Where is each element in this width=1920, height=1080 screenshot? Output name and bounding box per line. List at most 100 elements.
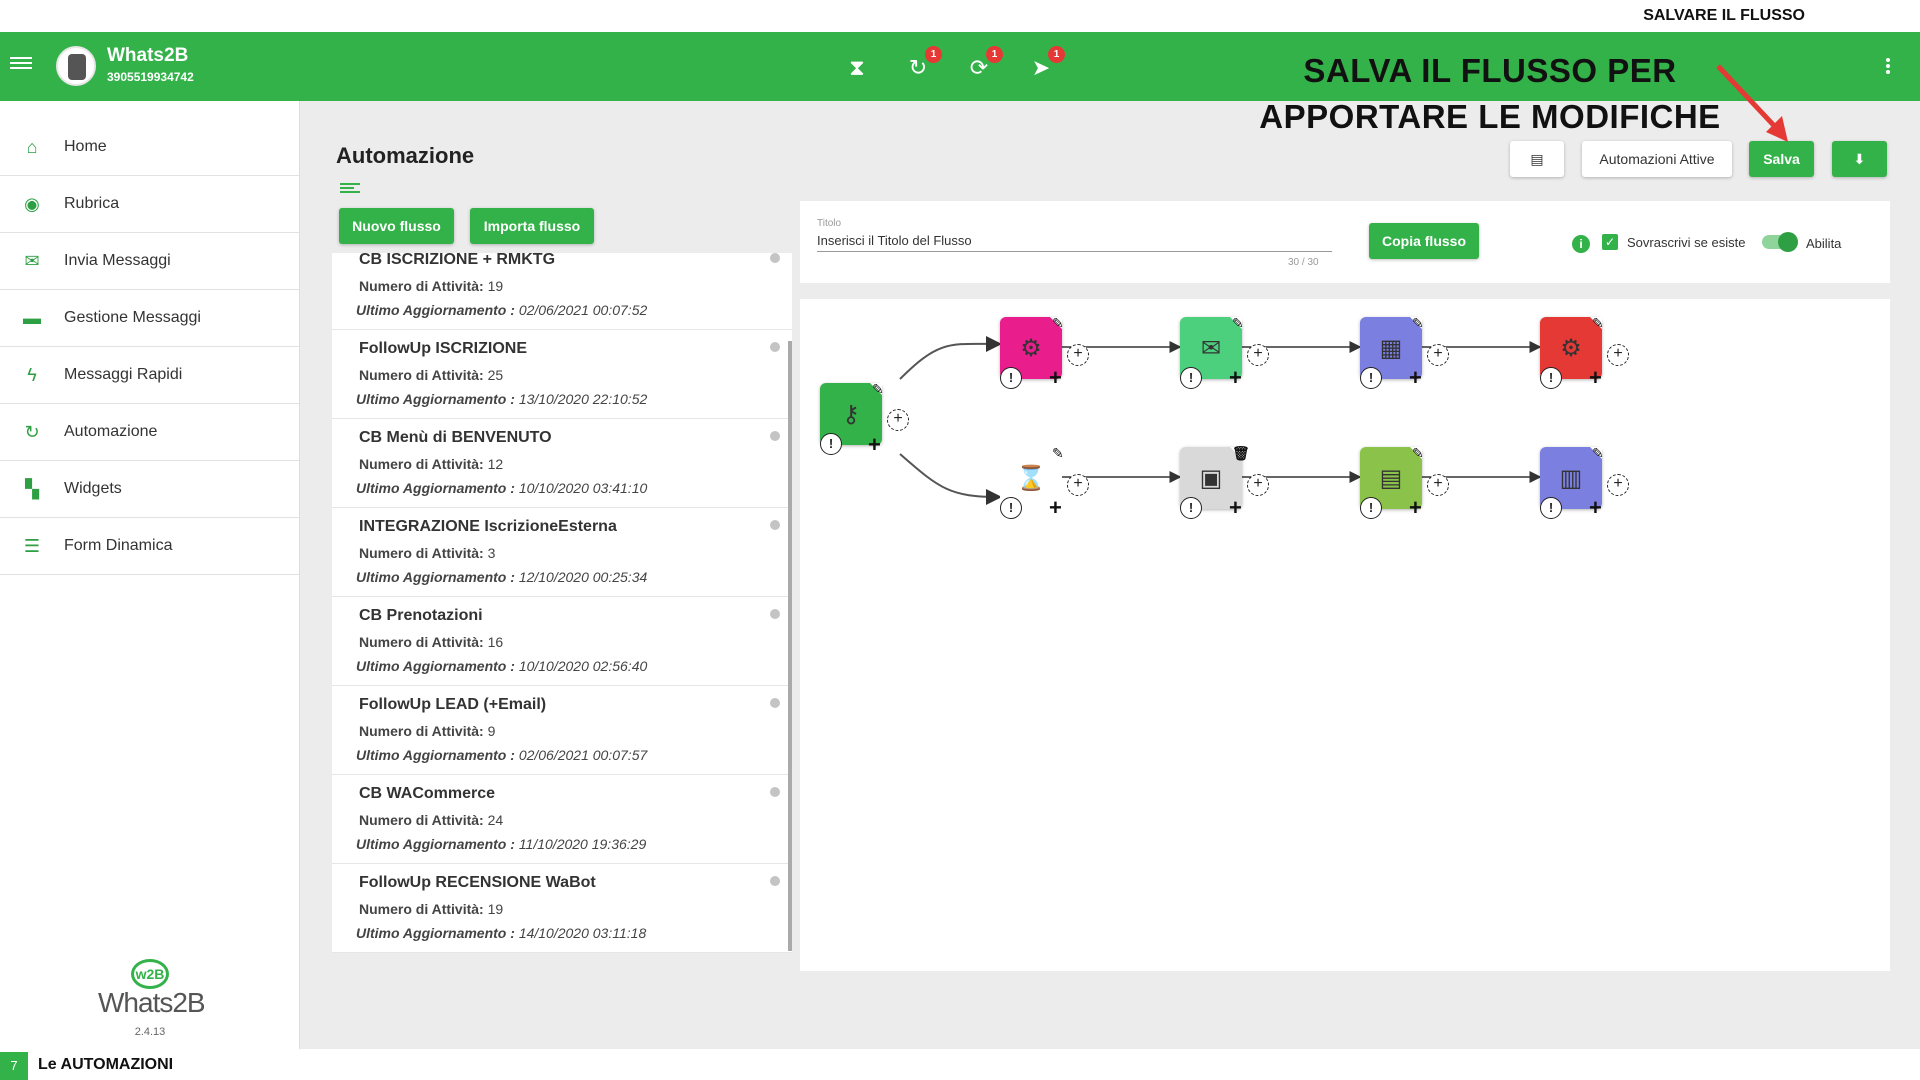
avatar[interactable] bbox=[56, 46, 96, 86]
scheduled-send-icon[interactable]: ➤ 1 bbox=[1027, 46, 1065, 82]
edit-icon[interactable]: ✎ bbox=[872, 381, 884, 398]
flow-title-input[interactable]: Inserisci il Titolo del Flusso bbox=[817, 233, 1332, 252]
edit-icon[interactable]: ✎ bbox=[1592, 445, 1604, 462]
sidebar-item-label: Widgets bbox=[64, 480, 122, 497]
overwrite-label: Sovrascrivi se esiste bbox=[1627, 235, 1746, 250]
list-item[interactable]: FollowUp RECENSIONE WaBot Numero di Atti… bbox=[332, 864, 792, 953]
node-info-icon[interactable]: ! bbox=[1360, 497, 1382, 519]
sidebar-item-gestione-messaggi[interactable]: ▬ Gestione Messaggi bbox=[0, 290, 299, 347]
sidebar-item-widgets[interactable]: ▚ Widgets bbox=[0, 461, 299, 518]
status-dot bbox=[770, 876, 780, 886]
delete-icon[interactable]: 🗑 bbox=[1232, 445, 1250, 462]
hourglass-icon[interactable]: ⧗ bbox=[843, 54, 871, 82]
sidebar-item-rubrica[interactable]: ◉ Rubrica bbox=[0, 176, 299, 233]
sidebar-item-form-dinamica[interactable]: ☰ Form Dinamica bbox=[0, 518, 299, 575]
flow-connectors bbox=[899, 335, 1542, 505]
calendar-icon: ▦ bbox=[1379, 334, 1403, 362]
add-branch-icon[interactable]: + bbox=[1247, 344, 1269, 366]
add-branch-icon[interactable]: + bbox=[1427, 474, 1449, 496]
sidebar-item-label: Automazione bbox=[64, 423, 158, 440]
add-node-icon[interactable]: + bbox=[1049, 497, 1062, 519]
list-scrollbar[interactable] bbox=[788, 341, 792, 951]
add-branch-icon[interactable]: + bbox=[1247, 474, 1269, 496]
sidebar: ⌂ Home ◉ Rubrica ✉ Invia Messaggi ▬ Gest… bbox=[0, 101, 300, 1049]
enable-toggle[interactable] bbox=[1762, 232, 1798, 252]
sync-icon[interactable]: ⟳ 1 bbox=[965, 46, 1003, 82]
list-item[interactable]: CB Prenotazioni Numero di Attività: 16 U… bbox=[332, 597, 792, 686]
add-node-icon[interactable]: + bbox=[1229, 367, 1242, 389]
node-info-icon[interactable]: ! bbox=[1540, 367, 1562, 389]
logo-mark: w2B bbox=[131, 959, 169, 989]
add-node-icon[interactable]: + bbox=[1049, 367, 1062, 389]
contacts-icon: ◉ bbox=[24, 193, 40, 214]
callout-line-1: SALVA IL FLUSSO PER bbox=[1303, 52, 1677, 89]
add-branch-icon[interactable]: + bbox=[1607, 344, 1629, 366]
list-item[interactable]: INTEGRAZIONE IscrizioneEsterna Numero di… bbox=[332, 508, 792, 597]
list-item[interactable]: FollowUp LEAD (+Email) Numero di Attivit… bbox=[332, 686, 792, 775]
active-automations-button[interactable]: Automazioni Attive bbox=[1582, 141, 1732, 177]
flow-name: CB Prenotazioni bbox=[359, 607, 483, 624]
more-options-icon[interactable] bbox=[1886, 56, 1890, 76]
flow-name: CB Menù di BENVENUTO bbox=[359, 429, 552, 446]
edit-icon[interactable]: ✎ bbox=[1232, 315, 1244, 332]
add-node-icon[interactable]: + bbox=[1589, 497, 1602, 519]
add-branch-icon[interactable]: + bbox=[887, 409, 909, 431]
flow-activities: Numero di Attività: 24 bbox=[359, 812, 504, 828]
brand-name: Whats2B bbox=[107, 45, 189, 66]
add-branch-icon[interactable]: + bbox=[1607, 474, 1629, 496]
node-info-icon[interactable]: ! bbox=[1180, 497, 1202, 519]
sidebar-item-label: Messaggi Rapidi bbox=[64, 366, 183, 383]
collapse-list-icon[interactable] bbox=[340, 181, 360, 195]
flow-editor-header: Titolo Inserisci il Titolo del Flusso 30… bbox=[800, 201, 1890, 283]
download-button[interactable]: ⬇ bbox=[1832, 141, 1887, 177]
node-info-icon[interactable]: ! bbox=[1180, 367, 1202, 389]
save-button[interactable]: Salva bbox=[1749, 141, 1814, 177]
download-icon: ⬇ bbox=[1853, 150, 1866, 167]
edit-icon[interactable]: ✎ bbox=[1052, 315, 1064, 332]
node-info-icon[interactable]: ! bbox=[1000, 367, 1022, 389]
import-flow-button[interactable]: Importa flusso bbox=[470, 208, 594, 244]
new-flow-button[interactable]: Nuovo flusso bbox=[339, 208, 454, 244]
list-item[interactable]: CB WACommerce Numero di Attività: 24 Ult… bbox=[332, 775, 792, 864]
store-button[interactable]: ▤ bbox=[1510, 141, 1564, 177]
edit-icon[interactable]: ✎ bbox=[1592, 315, 1604, 332]
info-icon[interactable]: i bbox=[1572, 235, 1590, 253]
add-node-icon[interactable]: + bbox=[868, 434, 881, 456]
node-info-icon[interactable]: ! bbox=[820, 433, 842, 455]
edit-icon[interactable]: ✎ bbox=[1412, 315, 1424, 332]
edit-icon[interactable]: ✎ bbox=[1052, 445, 1064, 462]
add-node-icon[interactable]: + bbox=[1229, 497, 1242, 519]
add-branch-icon[interactable]: + bbox=[1427, 344, 1449, 366]
node-info-icon[interactable]: ! bbox=[1000, 497, 1022, 519]
add-branch-icon[interactable]: + bbox=[1067, 344, 1089, 366]
add-node-icon[interactable]: + bbox=[1409, 367, 1422, 389]
sidebar-item-messaggi-rapidi[interactable]: ϟ Messaggi Rapidi bbox=[0, 347, 299, 404]
flow-name: INTEGRAZIONE IscrizioneEsterna bbox=[359, 518, 617, 535]
brand-phone: 3905519934742 bbox=[107, 70, 194, 84]
history-icon[interactable]: ↻ 1 bbox=[904, 46, 942, 82]
list-item[interactable]: CB ISCRIZIONE + RMKTG Numero di Attività… bbox=[332, 253, 792, 330]
add-branch-icon[interactable]: + bbox=[1067, 474, 1089, 496]
list-item[interactable]: CB Menù di BENVENUTO Numero di Attività:… bbox=[332, 419, 792, 508]
flow-name: FollowUp RECENSIONE WaBot bbox=[359, 874, 596, 891]
slide-top-title: SALVARE IL FLUSSO bbox=[1643, 7, 1805, 24]
list-item[interactable]: FollowUp ISCRIZIONE Numero di Attività: … bbox=[332, 330, 792, 419]
node-info-icon[interactable]: ! bbox=[1360, 367, 1382, 389]
flow-activities: Numero di Attività: 19 bbox=[359, 278, 504, 294]
refresh-icon: ↻ bbox=[24, 421, 40, 442]
sidebar-item-home[interactable]: ⌂ Home bbox=[0, 119, 299, 176]
node-info-icon[interactable]: ! bbox=[1540, 497, 1562, 519]
status-dot bbox=[770, 698, 780, 708]
slide-page-number: 7 bbox=[0, 1052, 28, 1080]
add-node-icon[interactable]: + bbox=[1409, 497, 1422, 519]
add-node-icon[interactable]: + bbox=[1589, 367, 1602, 389]
sidebar-item-invia-messaggi[interactable]: ✉ Invia Messaggi bbox=[0, 233, 299, 290]
hamburger-menu-icon[interactable] bbox=[10, 54, 32, 76]
widgets-icon: ▚ bbox=[25, 478, 39, 499]
sidebar-item-label: Home bbox=[64, 138, 107, 155]
edit-icon[interactable]: ✎ bbox=[1412, 445, 1424, 462]
copy-flow-button[interactable]: Copia flusso bbox=[1369, 223, 1479, 259]
hourglass-icon: ⌛ bbox=[1016, 464, 1046, 492]
sidebar-item-automazione[interactable]: ↻ Automazione bbox=[0, 404, 299, 461]
overwrite-checkbox[interactable]: ✓ bbox=[1602, 234, 1618, 250]
